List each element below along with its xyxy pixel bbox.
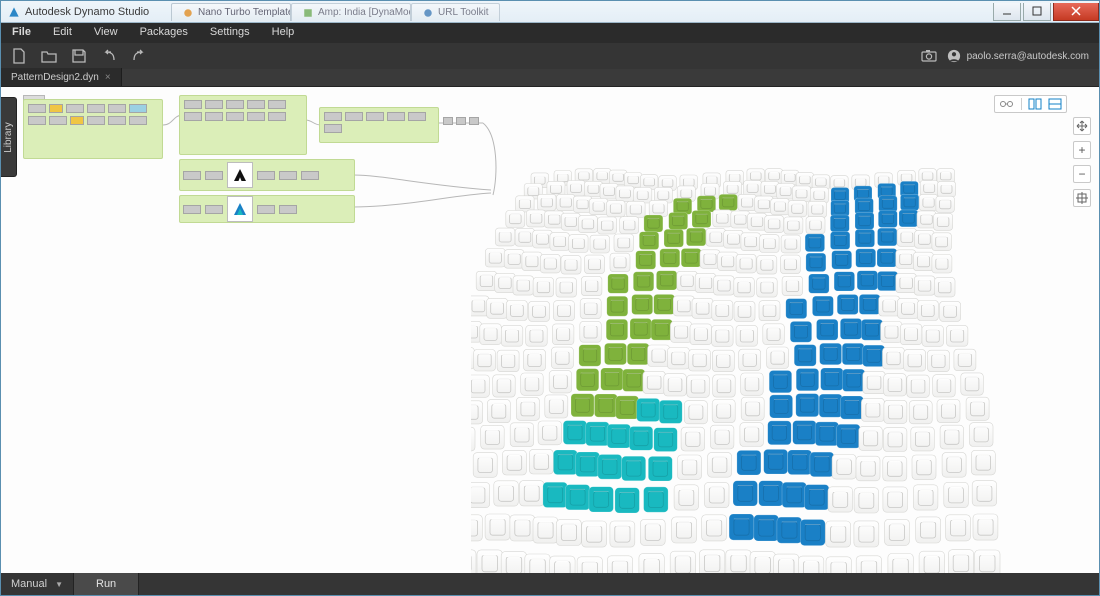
open-icon[interactable]: [41, 48, 57, 64]
node-group-image[interactable]: [179, 195, 355, 223]
menu-help[interactable]: Help: [261, 23, 306, 43]
os-titlebar: Autodesk Dynamo Studio Nano Turbo Templa…: [1, 1, 1099, 23]
run-button[interactable]: Run: [74, 573, 139, 595]
node-group[interactable]: [23, 99, 163, 159]
close-tab-icon[interactable]: ×: [105, 72, 111, 83]
document-name: PatternDesign2.dyn: [11, 72, 99, 83]
redo-icon[interactable]: [131, 48, 147, 64]
view-3d-icon[interactable]: [999, 96, 1015, 112]
run-label: Run: [96, 578, 116, 590]
menu-edit[interactable]: Edit: [42, 23, 83, 43]
user-account[interactable]: paolo.serra@autodesk.com: [947, 49, 1089, 63]
minimize-button[interactable]: [993, 3, 1021, 21]
library-panel-toggle[interactable]: Library: [1, 97, 17, 177]
node-group-image[interactable]: [179, 159, 355, 191]
application-window: Autodesk Dynamo Studio Nano Turbo Templa…: [0, 0, 1100, 596]
fit-icon[interactable]: [1073, 189, 1091, 207]
execution-mode-select[interactable]: Manual ▼: [1, 573, 74, 595]
node[interactable]: [469, 117, 479, 125]
menu-view[interactable]: View: [83, 23, 129, 43]
menu-packages[interactable]: Packages: [129, 23, 199, 43]
browser-tab[interactable]: Amp: India [DynaModels]: [291, 3, 411, 21]
document-tab-strip: PatternDesign2.dyn ×: [1, 69, 1099, 87]
menu-settings[interactable]: Settings: [199, 23, 261, 43]
view-controls: [994, 95, 1067, 113]
view-graph-icon[interactable]: [1028, 96, 1042, 112]
browser-tab[interactable]: Nano Turbo Template: [171, 3, 291, 21]
node-group[interactable]: [319, 107, 439, 143]
save-icon[interactable]: [71, 48, 87, 64]
undo-icon[interactable]: [101, 48, 117, 64]
new-file-icon[interactable]: [11, 48, 27, 64]
run-bar: Manual ▼ Run: [1, 573, 1099, 595]
background-3d-preview: [471, 167, 1061, 573]
node[interactable]: [23, 95, 45, 109]
image-node-autodesk-black: [227, 162, 253, 188]
image-node-autodesk-color: [227, 196, 253, 222]
browser-tab-strip: Nano Turbo Template Amp: India [DynaMode…: [171, 1, 500, 21]
menu-bar: File Edit View Packages Settings Help: [1, 23, 1099, 43]
close-button[interactable]: [1053, 3, 1099, 21]
toolbar: paolo.serra@autodesk.com: [1, 43, 1099, 69]
user-email: paolo.serra@autodesk.com: [967, 51, 1089, 62]
node-group[interactable]: [179, 95, 307, 155]
library-label: Library: [3, 122, 14, 153]
zoom-out-icon[interactable]: −: [1073, 165, 1091, 183]
node[interactable]: [456, 117, 466, 125]
app-icon: [7, 5, 21, 19]
menu-file[interactable]: File: [1, 23, 42, 43]
view-background-icon[interactable]: [1048, 96, 1062, 112]
chevron-down-icon: ▼: [55, 580, 63, 589]
pan-icon[interactable]: [1073, 117, 1091, 135]
document-tab[interactable]: PatternDesign2.dyn ×: [1, 68, 122, 86]
browser-tab[interactable]: URL Toolkit: [411, 3, 500, 21]
zoom-in-icon[interactable]: +: [1073, 141, 1091, 159]
maximize-button[interactable]: [1023, 3, 1051, 21]
camera-icon[interactable]: [921, 48, 937, 64]
app-title: Autodesk Dynamo Studio: [25, 6, 149, 18]
execution-mode-label: Manual: [11, 578, 47, 590]
navigation-buttons: + −: [1073, 117, 1091, 207]
workspace-canvas[interactable]: Library + −: [1, 87, 1099, 573]
node-graph: [23, 95, 503, 295]
node[interactable]: [443, 117, 453, 125]
